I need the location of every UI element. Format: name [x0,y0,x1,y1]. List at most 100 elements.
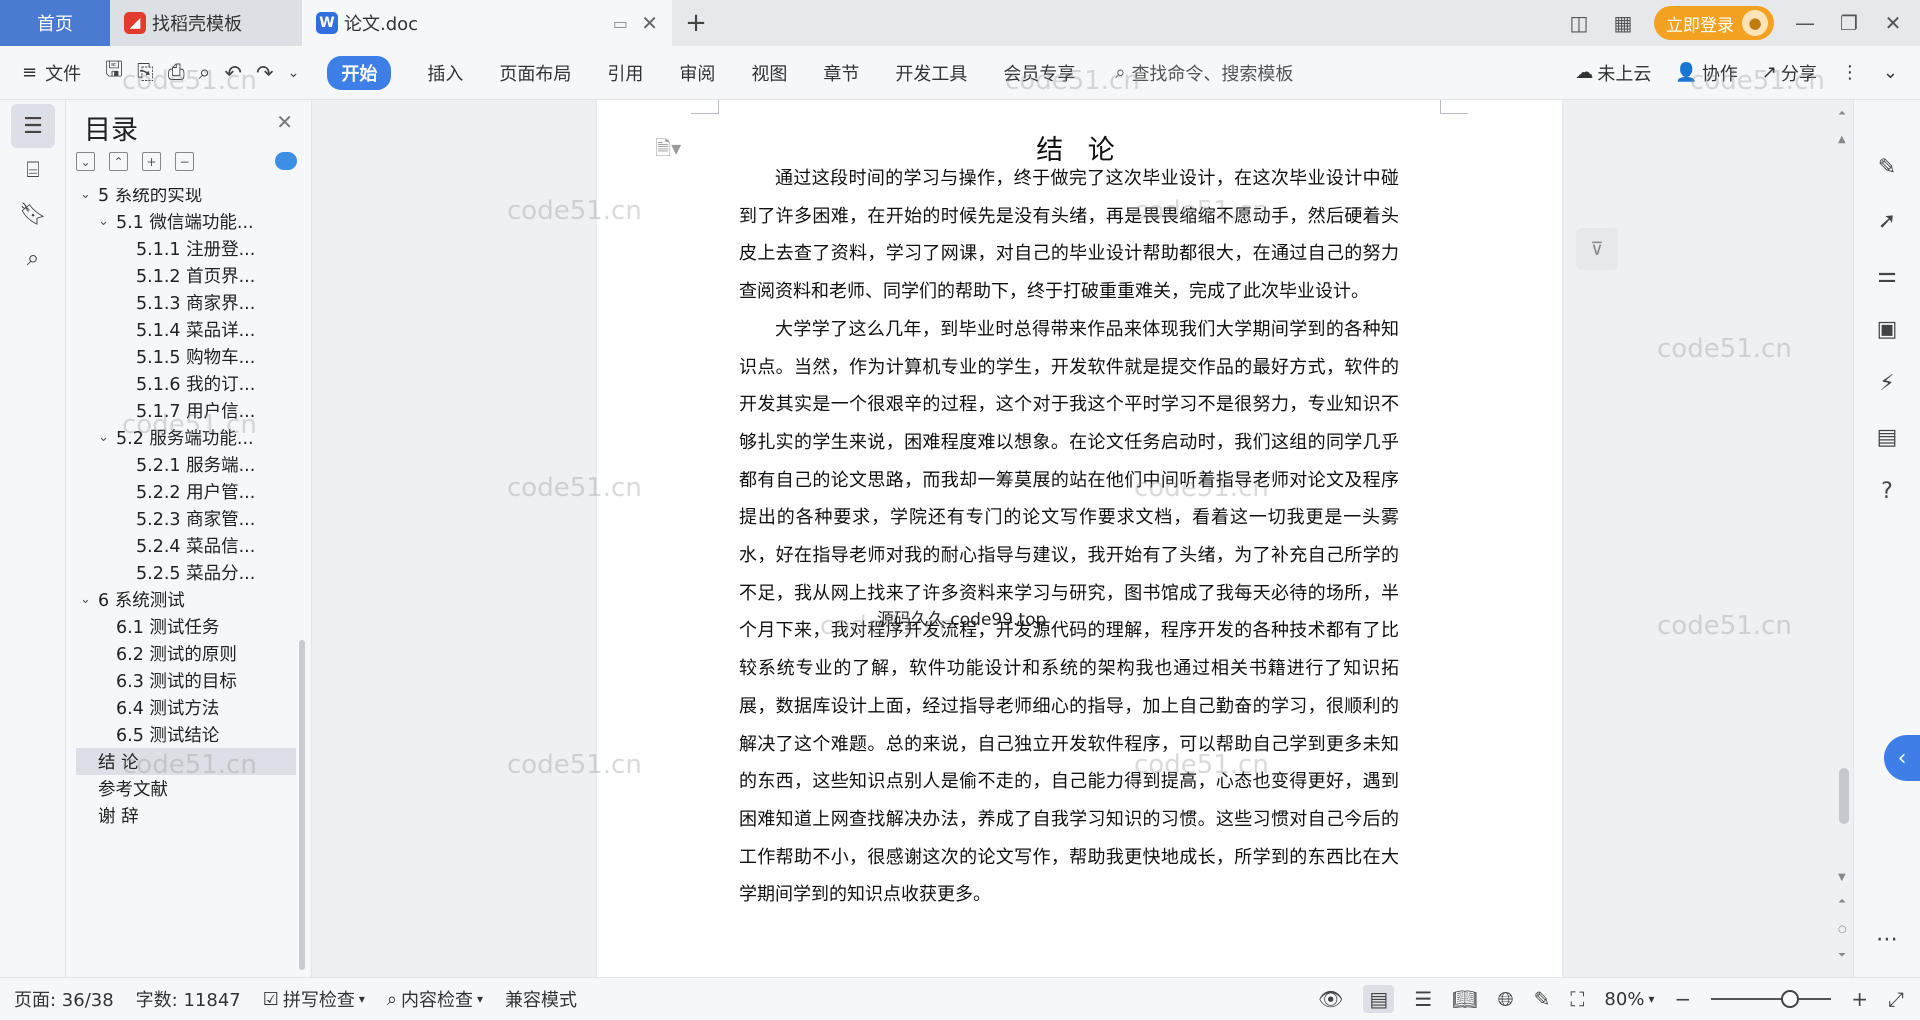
content-check-button[interactable]: ⌕ 内容检查 ▾ [387,986,483,1012]
print-icon[interactable]: ⎙ [168,60,185,85]
redo-icon[interactable]: ↷ [256,61,274,85]
toc-item[interactable]: 5.2.4 菜品信... [76,532,296,559]
minimize-icon[interactable]: — [1792,11,1818,35]
tab-references[interactable]: 引用 [607,60,643,86]
more-options-icon[interactable]: ⋮ [1841,62,1859,83]
toc-item[interactable]: 5.2.3 商家管... [76,505,296,532]
layout-icon[interactable]: ◫ [1566,11,1592,35]
more-tools-icon[interactable]: ⋯ [1872,924,1902,954]
find-icon[interactable]: ⌕ [11,236,55,280]
scroll-thumb[interactable] [1839,768,1849,824]
toc-item[interactable]: 6.1 测试任务 [76,613,296,640]
prev-page-icon[interactable]: ⏶ [1838,896,1846,907]
zoom-out-icon[interactable]: − [1674,987,1691,1011]
spell-check-button[interactable]: ☑ 拼写检查 ▾ [263,986,365,1012]
chevron-down-icon[interactable]: ⌄ [80,592,98,607]
chevron-down-icon[interactable]: ⌄ [98,430,116,445]
tab-chapter[interactable]: 章节 [823,60,859,86]
tab-template[interactable]: ◢ 找稻壳模板 [110,0,302,46]
document-scrollbar[interactable]: ⏶ ▲ ▼ ⏶ ○ ⏷ [1835,100,1853,977]
collaborate-button[interactable]: 👤 协作 [1675,60,1737,86]
toc-item[interactable]: 5.2.1 服务端... [76,451,296,478]
toc-item[interactable]: 5.2.2 用户管... [76,478,296,505]
tab-insert[interactable]: 插入 [427,60,463,86]
login-button[interactable]: 立即登录 ● [1654,6,1774,40]
eye-protection-icon[interactable]: 👁 [1318,987,1343,1011]
close-window-icon[interactable]: ✕ [1880,11,1906,35]
page-indicator[interactable]: 页面: 36/38 [14,986,114,1012]
toc-panel-icon[interactable]: ☰ [11,104,55,148]
tab-page-layout[interactable]: 页面布局 [499,60,571,86]
toc-item[interactable]: ⌄ 5.1 微信端功能... [76,208,296,235]
zoom-slider-knob[interactable] [1781,990,1800,1008]
reading-icon[interactable]: ▤ [1872,422,1902,452]
toc-item[interactable]: 6.5 测试结论 [76,721,296,748]
next-page-icon[interactable]: ⏷ [1838,950,1846,961]
close-toc-icon[interactable]: ✕ [276,110,293,134]
web-view-icon[interactable]: 🌐︎ [1498,987,1514,1011]
toc-scrollbar[interactable] [299,640,305,970]
add-heading-icon[interactable]: + [142,152,161,171]
toc-item[interactable]: 5.1.3 商家界... [76,289,296,316]
select-browse-icon[interactable]: ○ [1838,924,1847,935]
write-mode-icon[interactable]: ✎ [1534,987,1551,1011]
toc-item[interactable]: 5.1.7 用户信... [76,397,296,424]
navigation-pane-icon[interactable]: ⌸ [11,148,55,192]
tab-view[interactable]: 视图 [751,60,787,86]
outline-view-icon[interactable]: ☰ [1414,987,1432,1011]
tab-start[interactable]: 开始 [327,55,392,90]
tab-home[interactable]: 首页 [0,0,110,46]
quick-access-dropdown-icon[interactable]: ⌄ [288,65,300,81]
toc-item[interactable]: 5.2.5 菜品分... [76,559,296,586]
file-menu-button[interactable]: ≡ 文件 [22,60,81,86]
toc-item[interactable]: ⌄ 6 系统测试 [76,586,296,613]
toc-item[interactable]: ⌄ 5.2 服务端功能... [76,424,296,451]
toc-item[interactable]: 参考文献 [76,775,296,802]
tab-member[interactable]: 会员专享 [1003,60,1075,86]
chevron-down-icon[interactable]: ⌄ [80,188,98,202]
fit-page-icon[interactable]: ⛶ [1570,987,1584,1011]
collapse-ribbon-icon[interactable]: ⌄ [1883,62,1898,83]
word-count[interactable]: 字数: 11847 [136,986,241,1012]
ai-assistant-icon[interactable]: ⚡ [1872,368,1902,398]
fullscreen-icon[interactable]: ⤢ [1888,987,1904,1011]
help-icon[interactable]: ? [1872,476,1902,506]
document-page[interactable]: 🗎▾ 结 论 通过这段时间的学习与操作，终于做完了这次毕业设计，在这次毕业设计中… [597,100,1562,977]
monitor-icon[interactable]: ▭ [613,14,628,33]
chevron-down-icon[interactable]: ⌄ [98,214,116,229]
toc-item[interactable]: 5.1.6 我的订... [76,370,296,397]
zoom-in-icon[interactable]: + [1851,987,1868,1011]
save-icon[interactable]: 🖫 [105,55,123,90]
compatibility-mode[interactable]: 兼容模式 [505,986,577,1012]
zoom-level[interactable]: 80% ▾ [1604,989,1654,1010]
expand-all-icon[interactable]: ⌄ [76,152,95,171]
share-button[interactable]: ↗ 分享 [1762,60,1817,86]
export-icon[interactable]: ⎘ [137,60,154,85]
document-body[interactable]: 通过这段时间的学习与操作，终于做完了这次毕业设计，在这次毕业设计中碰到了许多困难… [739,160,1399,914]
scroll-down-icon[interactable]: ▼ [1838,872,1846,883]
toc-item[interactable]: 6.2 测试的原则 [76,640,296,667]
toc-item[interactable]: 5.1.1 注册登... [76,235,296,262]
toc-item[interactable]: 5.1.4 菜品详... [76,316,296,343]
tab-developer[interactable]: 开发工具 [895,60,967,86]
tab-review[interactable]: 审阅 [679,60,715,86]
bookmark-icon[interactable]: 🔖︎ [11,192,55,236]
grid-apps-icon[interactable]: ▦ [1610,11,1636,35]
remove-heading-icon[interactable]: − [175,152,194,171]
print-preview-icon[interactable]: ⌕ [199,60,211,85]
pen-edit-icon[interactable]: ✎ [1872,152,1902,182]
document-tools-float-icon[interactable]: ⊽ [1576,228,1618,270]
toc-item[interactable]: ⌄ 5 系统的实现 [76,188,296,208]
collapse-all-icon[interactable]: ⌃ [109,152,128,171]
zoom-slider[interactable] [1711,990,1832,1008]
toc-item[interactable]: 结 论 [76,748,296,775]
scroll-up-icon[interactable]: ▲ [1838,134,1846,145]
adjust-sliders-icon[interactable]: ⚌ [1872,260,1902,290]
scroll-top-icon[interactable]: ⏶ [1838,108,1846,119]
select-pointer-icon[interactable]: ➚ [1872,206,1902,236]
toc-item[interactable]: 5.1.5 购物车... [76,343,296,370]
toc-item[interactable]: 5.1.2 首页界... [76,262,296,289]
command-search[interactable]: ⌕ 查找命令、搜索模板 [1115,60,1293,86]
image-tools-icon[interactable]: ▣ [1872,314,1902,344]
undo-icon[interactable]: ↶ [224,61,242,85]
